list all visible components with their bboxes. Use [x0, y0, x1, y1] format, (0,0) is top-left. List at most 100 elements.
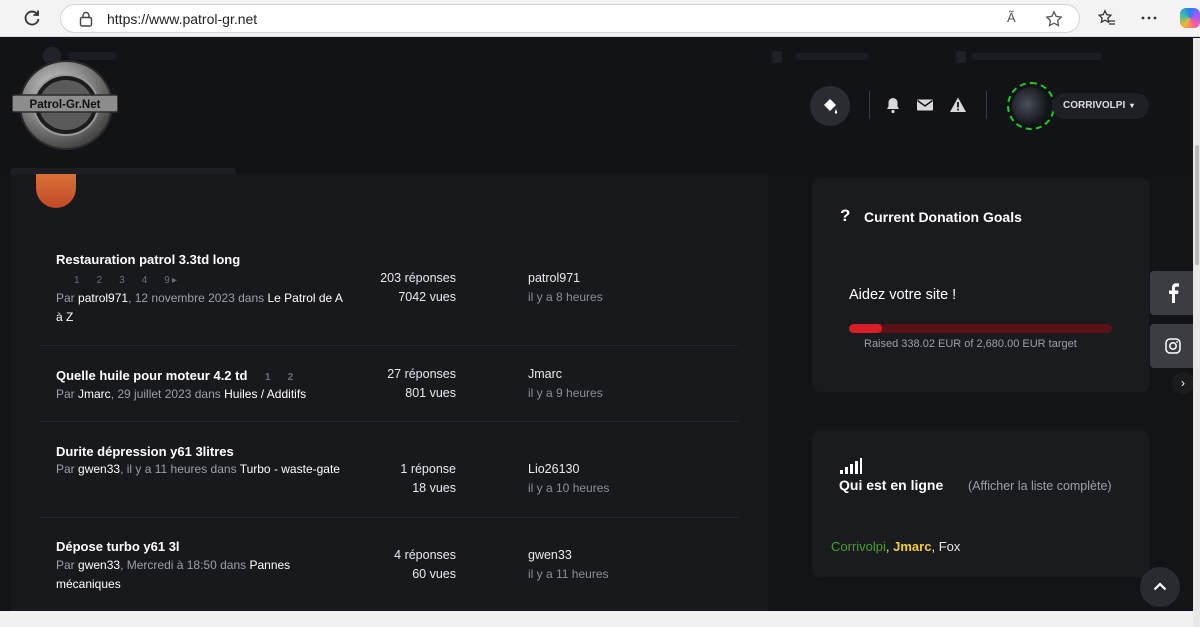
separator: ,	[931, 539, 939, 554]
last-post-time[interactable]: il y a 9 heures	[528, 384, 603, 403]
read-aloud-icon[interactable]: Ã	[1007, 10, 1025, 28]
scroll-to-top-button[interactable]	[1140, 567, 1180, 607]
partial-avatar	[36, 174, 76, 208]
logo-text: Patrol-Gr.Net	[30, 99, 101, 111]
topic-title[interactable]: Durite dépression y61 3litres	[56, 444, 234, 459]
donation-progress	[849, 324, 1112, 333]
meta-date: , Mercredi à 18:50 dans	[120, 558, 250, 572]
site-logo[interactable]: Patrol-Gr.Net	[12, 58, 118, 156]
topic-author[interactable]: Jmarc	[78, 387, 111, 401]
chevron-right-icon[interactable]: ▸	[172, 275, 177, 286]
page-link[interactable]: 2	[97, 275, 103, 286]
topic-stats: 27 réponses 801 vues	[330, 365, 456, 403]
topic-row[interactable]: Restauration patrol 3.3td long 1 2 3 4 9 ▸ Pa…	[40, 222, 738, 346]
meta-prefix: Par	[56, 558, 79, 572]
last-post-user[interactable]: Jmarc	[528, 365, 603, 384]
favorites-icon[interactable]	[1098, 9, 1116, 27]
bottom-strip	[0, 611, 1193, 627]
question-icon: ?	[840, 206, 851, 225]
user-menu[interactable]: CORRIVOLPI ▾	[1052, 93, 1149, 119]
topic-last-post: Jmarc il y a 9 heures	[528, 365, 603, 403]
copilot-icon[interactable]	[1180, 8, 1200, 28]
warning-icon[interactable]	[949, 96, 967, 114]
topic-forum[interactable]: Turbo - waste-gate	[240, 462, 340, 476]
topic-title[interactable]: Dépose turbo y61 3l	[56, 539, 180, 554]
topic-author[interactable]: patrol971	[78, 291, 128, 305]
topic-row[interactable]: Dépose turbo y61 3l Par gwen33, Mercredi…	[40, 518, 738, 614]
address-bar[interactable]: https://www.patrol-gr.net Ã	[60, 4, 1080, 33]
topic-meta: Par gwen33, Mercredi à 18:50 dans Pannes…	[56, 556, 346, 594]
bell-icon[interactable]	[884, 96, 902, 114]
donation-help[interactable]: Aidez votre site !	[849, 287, 956, 303]
meta-date: , 29 juillet 2023 dans	[110, 387, 225, 401]
user-avatar[interactable]	[1007, 82, 1055, 130]
divider	[986, 91, 987, 119]
topic-row[interactable]: Quelle huile pour moteur 4.2 td 12 Par J…	[40, 346, 738, 422]
signal-icon	[840, 458, 862, 474]
topic-views: 18 vues	[412, 481, 456, 495]
more-options-icon[interactable]	[1140, 9, 1158, 27]
username: CORRIVOLPI	[1063, 100, 1126, 111]
last-post-user[interactable]: patrol971	[528, 269, 603, 288]
online-user[interactable]: Fox	[939, 539, 961, 554]
page-link[interactable]: 4	[142, 275, 148, 286]
topic-author[interactable]: gwen33	[78, 558, 120, 572]
page-link[interactable]: 1	[74, 275, 80, 286]
favorite-star-icon[interactable]	[1045, 10, 1063, 28]
online-users-widget: Qui est en ligne (Afficher la liste comp…	[812, 430, 1149, 577]
instagram-button[interactable]	[1150, 324, 1196, 368]
last-post-user[interactable]: Lio26130	[528, 460, 609, 479]
page-link[interactable]: 2	[288, 372, 294, 383]
caret-down-icon: ▾	[1130, 101, 1135, 110]
browser-toolbar: https://www.patrol-gr.net Ã	[0, 0, 1200, 37]
topic-replies: 203 réponses	[380, 271, 456, 285]
page-link[interactable]: 3	[119, 275, 125, 286]
meta-prefix: Par	[56, 291, 79, 305]
topic-forum[interactable]: Huiles / Additifs	[224, 387, 306, 401]
facebook-button[interactable]	[1150, 271, 1196, 315]
chevron-right-icon[interactable]: ›	[1172, 372, 1194, 394]
online-full-list-link[interactable]: (Afficher la liste complète)	[968, 479, 1112, 493]
scrollbar[interactable]	[1193, 38, 1200, 627]
topic-last-post: patrol971 il y a 8 heures	[528, 269, 603, 307]
topic-title[interactable]: Restauration patrol 3.3td long	[56, 252, 240, 267]
lock-icon[interactable]	[79, 11, 93, 27]
topic-views: 801 vues	[405, 386, 456, 400]
topic-last-post: gwen33 il y a 11 heures	[528, 546, 609, 584]
topic-title[interactable]: Quelle huile pour moteur 4.2 td 12	[56, 368, 310, 383]
topic-row[interactable]: Durite dépression y61 3litres Par gwen33…	[40, 422, 738, 518]
topic-last-post: Lio26130 il y a 10 heures	[528, 460, 609, 498]
topic-replies: 27 réponses	[387, 367, 456, 381]
last-post-time[interactable]: il y a 10 heures	[528, 479, 609, 498]
page-link[interactable]: 9	[164, 275, 170, 286]
topic-author[interactable]: gwen33	[78, 462, 120, 476]
chevron-up-icon	[1153, 582, 1167, 591]
topic-pagination: 12	[265, 372, 310, 383]
topic-meta: Par Jmarc, 29 juillet 2023 dans Huiles /…	[56, 385, 356, 404]
topic-replies: 1 réponse	[400, 462, 456, 476]
envelope-icon[interactable]	[916, 96, 934, 114]
topic-stats: 203 réponses 7042 vues	[330, 269, 456, 307]
page-link[interactable]: 1	[265, 372, 271, 383]
topic-meta: Par patrol971, 12 novembre 2023 dans Le …	[56, 289, 346, 327]
last-post-time[interactable]: il y a 8 heures	[528, 288, 603, 307]
online-users-list: Corrivolpi, Jmarc, Fox	[831, 539, 960, 554]
donation-widget: ? Current Donation Goals Aidez votre sit…	[812, 178, 1149, 392]
donation-title: Current Donation Goals	[864, 209, 1022, 225]
topic-title-text[interactable]: Quelle huile pour moteur 4.2 td	[56, 368, 247, 383]
topics-panel: Restauration patrol 3.3td long 1 2 3 4 9 ▸ Pa…	[10, 174, 768, 627]
scrollbar-thumb[interactable]	[1195, 145, 1199, 265]
paint-bucket-icon	[824, 99, 838, 114]
meta-prefix: Par	[56, 387, 79, 401]
last-post-user[interactable]: gwen33	[528, 546, 609, 565]
online-user[interactable]: Corrivolpi	[831, 539, 886, 554]
last-post-time[interactable]: il y a 11 heures	[528, 565, 609, 584]
donation-progress-fill	[849, 324, 883, 333]
divider	[869, 91, 870, 119]
online-user[interactable]: Jmarc	[893, 539, 931, 554]
meta-date: , 12 novembre 2023 dans	[128, 291, 268, 305]
reload-icon[interactable]	[22, 8, 42, 28]
url-text[interactable]: https://www.patrol-gr.net	[107, 11, 257, 27]
page: Patrol-Gr.Net LE SITE DE RÉFÉRENCE CONSA…	[0, 38, 1200, 627]
theme-button[interactable]	[810, 86, 850, 126]
